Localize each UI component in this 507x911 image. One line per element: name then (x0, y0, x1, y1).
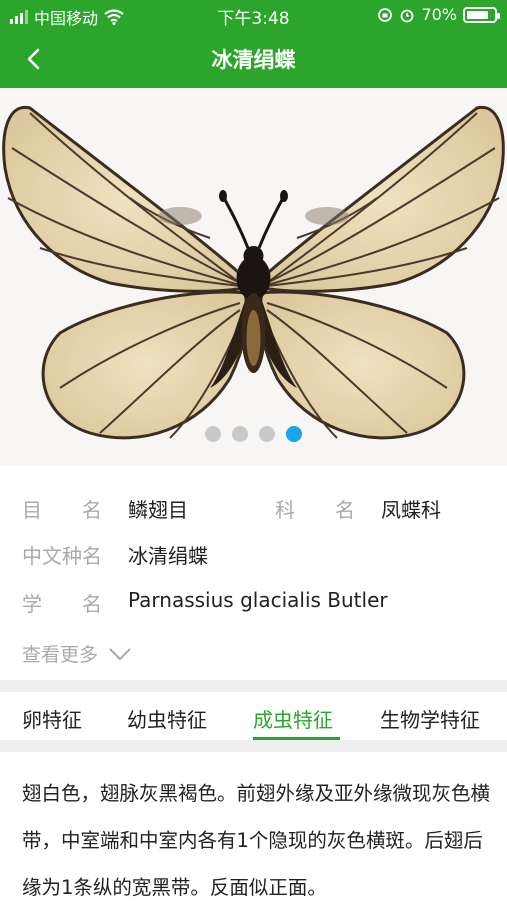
feature-description: 翅白色，翅脉灰黑褐色。前翅外缘及亚外缘微现灰色横带，中室端和中室内各有1个隐现的… (22, 782, 491, 899)
carousel-dot[interactable] (259, 426, 275, 442)
alarm-icon (401, 9, 414, 22)
sci-name-value: Parnassius glacialis Butler (128, 588, 388, 612)
species-info: 目 名 鳞翅目 科 名 凤蝶科 中文种名 冰清绢蝶 学 名 Parnassius… (0, 466, 507, 680)
cn-name-label: 中文种名 (22, 544, 102, 568)
battery-percent: 70% (421, 5, 457, 24)
carousel-dot[interactable] (232, 426, 248, 442)
butterfly-image (2, 105, 505, 440)
nav-bar: 冰清绢蝶 (0, 30, 507, 88)
image-carousel[interactable] (0, 88, 507, 466)
order-label: 目 名 (22, 498, 102, 522)
carousel-dot-active[interactable] (286, 426, 302, 442)
status-bar: 中国移动 下午3:48 70% (0, 0, 507, 30)
divider (0, 680, 507, 692)
cn-name-value: 冰清绢蝶 (128, 544, 208, 568)
tab-adult[interactable]: 成虫特征 (253, 704, 333, 733)
top-header: 中国移动 下午3:48 70% 冰清绢蝶 (0, 0, 507, 88)
view-more-label: 查看更多 (22, 644, 99, 666)
view-more-button[interactable]: 查看更多 (22, 640, 132, 667)
divider (0, 740, 507, 752)
status-right: 70% (377, 5, 500, 24)
carousel-indicator (0, 426, 507, 442)
chevron-down-icon (109, 647, 131, 660)
tab-larva[interactable]: 幼虫特征 (127, 704, 207, 733)
carousel-dot[interactable] (205, 426, 221, 442)
tab-biology[interactable]: 生物学特征 (380, 704, 480, 733)
tab-egg[interactable]: 卵特征 (22, 704, 82, 733)
feature-tabs: 卵特征 幼虫特征 成虫特征 生物学特征 (0, 692, 507, 740)
family-value: 凤蝶科 (381, 498, 441, 522)
orientation-lock-icon (378, 7, 393, 22)
family-label: 科 名 (275, 498, 355, 522)
sci-name-label: 学 名 (22, 592, 102, 616)
battery-icon (463, 6, 500, 23)
order-value: 鳞翅目 (128, 498, 188, 522)
page-title: 冰清绢蝶 (211, 48, 296, 72)
